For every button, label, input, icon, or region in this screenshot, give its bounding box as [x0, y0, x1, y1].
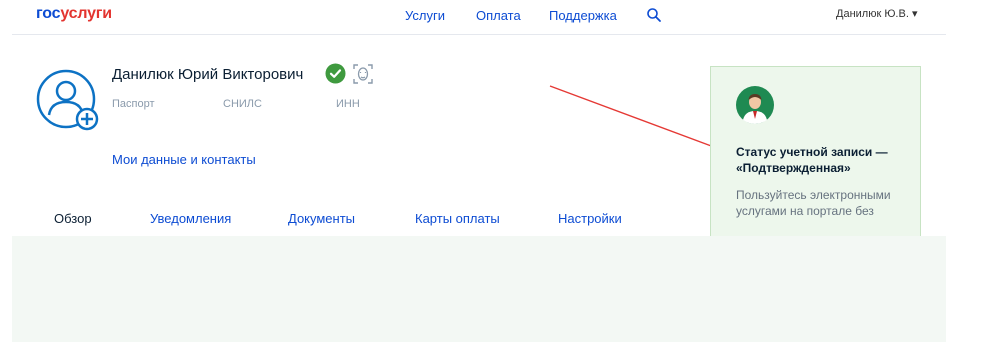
passport-label: Паспорт: [112, 98, 155, 110]
tab-overview[interactable]: Обзор: [54, 211, 92, 226]
tab-documents[interactable]: Документы: [288, 211, 355, 226]
verified-check-icon: [325, 63, 346, 84]
search-icon[interactable]: [646, 7, 662, 23]
logo-part-gos: гос: [36, 5, 61, 22]
inn-label: ИНН: [336, 98, 360, 110]
header-divider: [12, 34, 946, 35]
status-description: Пользуйтесь электронными услугами на пор…: [736, 188, 891, 218]
header: госуслуги Услуги Оплата Поддержка Данилю…: [0, 0, 1000, 34]
overlay-edge: [946, 236, 1000, 342]
nav-support[interactable]: Поддержка: [549, 8, 617, 23]
nav-services[interactable]: Услуги: [405, 8, 445, 23]
account-status-panel: Статус учетной записи — «Подтвержденная»…: [710, 66, 921, 256]
tab-notifications[interactable]: Уведомления: [150, 211, 231, 226]
gosuslugi-logo[interactable]: госуслуги: [36, 5, 112, 23]
status-title: Статус учетной записи — «Подтвержденная»: [736, 145, 888, 175]
consultant-avatar-icon: [736, 86, 774, 124]
profile-name: Данилюк Юрий Викторович: [112, 66, 304, 83]
user-menu[interactable]: Данилюк Ю.В. ▾: [836, 7, 917, 20]
my-data-contacts-link[interactable]: Мои данные и контакты: [112, 152, 256, 167]
nav-payment[interactable]: Оплата: [476, 8, 521, 23]
tab-payment-cards[interactable]: Карты оплаты: [415, 211, 500, 226]
avatar-add-icon[interactable]: [36, 69, 100, 133]
overlay-area: [12, 236, 946, 342]
tab-settings[interactable]: Настройки: [558, 211, 622, 226]
snils-label: СНИЛС: [223, 98, 262, 110]
biometry-icon[interactable]: [352, 63, 374, 85]
logo-part-uslugi: услуги: [60, 5, 112, 22]
